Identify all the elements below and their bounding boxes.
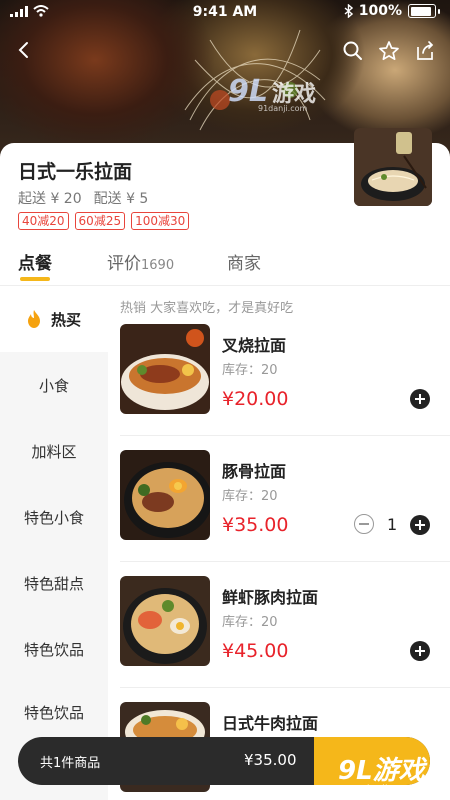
status-bar: 9:41 AM 100% [0, 0, 450, 24]
category-label: 特色小食 [23, 508, 84, 527]
category-label: 小食 [38, 376, 69, 395]
category-item[interactable]: 小食 [0, 352, 108, 418]
shop-fees: 起送 ¥ 20 配送 ¥ 5 [18, 188, 148, 208]
product-stock: 库存：20 [222, 489, 278, 504]
shop-thumbnail [354, 128, 432, 206]
list-item[interactable]: 叉烧拉面 库存：20 ¥20.00 [108, 324, 450, 451]
category-item-hot[interactable]: 热买 [0, 286, 108, 352]
product-price: ¥20.00 [222, 388, 289, 410]
search-icon[interactable] [342, 40, 364, 62]
watermark-text: 游戏 [272, 81, 317, 107]
category-item[interactable]: 加料区 [0, 418, 108, 484]
shop-name: 日式一乐拉面 [18, 161, 133, 183]
tab-merchant[interactable]: 商家 [227, 249, 261, 274]
star-icon[interactable] [378, 40, 400, 62]
review-count: 1690 [141, 258, 175, 273]
category-label: 热买 [50, 310, 81, 329]
cart-total: ¥35.00 [244, 751, 297, 769]
watermark-url: 91danji.com [258, 104, 308, 113]
cart-item-count: 共1件商品 [40, 756, 101, 771]
tab-bar: 点餐 评价1690 商家 [0, 243, 450, 283]
product-image [120, 450, 210, 540]
product-stock: 库存：20 [222, 615, 278, 630]
add-to-cart-button[interactable] [410, 389, 430, 409]
product-name: 日式牛肉拉面 [222, 714, 319, 733]
watermark-logo: 9L游戏 [338, 756, 425, 786]
tab-label: 评价 [107, 254, 141, 274]
watermark-url: 91danji.com [350, 784, 413, 795]
bluetooth-icon [344, 4, 353, 18]
promo-tag: 100减30 [131, 212, 190, 230]
product-price: ¥35.00 [222, 514, 289, 536]
delivery-fee: 配送 ¥ 5 [93, 191, 149, 207]
product-list: 热销 大家喜欢吃，才是真好吃 叉烧拉面 库存：20 ¥20.00 豚骨拉面 库存… [108, 286, 450, 800]
add-to-cart-button[interactable] [410, 515, 430, 535]
watermark-bottom: 9L游戏 91danji.com [338, 750, 425, 795]
list-item[interactable]: 豚骨拉面 库存：20 ¥35.00 1 [108, 450, 450, 577]
category-item[interactable]: 特色饮品 [0, 616, 108, 682]
active-tab-indicator [20, 277, 50, 281]
category-sidebar: 热买 小食 加料区 特色小食 特色甜点 特色饮品 特色饮品 [0, 286, 108, 800]
product-name: 鲜虾豚肉拉面 [222, 588, 319, 607]
quantity-value: 1 [387, 515, 398, 534]
category-item[interactable]: 特色小食 [0, 484, 108, 550]
share-icon[interactable] [414, 40, 436, 62]
product-image [120, 576, 210, 666]
fire-icon [27, 310, 40, 328]
battery-percent: 100% [358, 3, 402, 19]
promotion-tags: 40减20 60减25 100减30 [18, 212, 190, 230]
category-item[interactable]: 特色饮品 [0, 679, 108, 745]
divider [120, 687, 450, 688]
tab-label: 商家 [227, 254, 261, 274]
battery-icon [408, 4, 436, 18]
add-to-cart-button[interactable] [410, 641, 430, 661]
min-order: 起送 ¥ 20 [18, 191, 82, 207]
product-price: ¥45.00 [222, 640, 289, 662]
back-arrow-icon[interactable] [14, 40, 34, 60]
tab-reviews[interactable]: 评价1690 [107, 249, 174, 274]
category-label: 特色饮品 [23, 703, 84, 722]
divider [120, 561, 450, 562]
category-label: 特色饮品 [23, 640, 84, 659]
category-label: 特色甜点 [23, 574, 84, 593]
product-image [120, 324, 210, 414]
category-item[interactable]: 特色甜点 [0, 550, 108, 616]
product-stock: 库存：20 [222, 363, 278, 378]
watermark: 9L 游戏 91danji.com [228, 74, 317, 113]
product-name: 豚骨拉面 [222, 462, 287, 481]
divider [120, 435, 450, 436]
product-name: 叉烧拉面 [222, 336, 287, 355]
tab-label: 点餐 [18, 254, 52, 274]
promo-tag: 60减25 [74, 212, 126, 230]
list-item[interactable]: 鲜虾豚肉拉面 库存：20 ¥45.00 [108, 576, 450, 703]
promo-tag: 40减20 [18, 212, 69, 230]
decrease-quantity-button[interactable] [354, 514, 374, 534]
list-header: 热销 大家喜欢吃，才是真好吃 [120, 301, 294, 316]
tab-order[interactable]: 点餐 [18, 249, 52, 274]
category-label: 加料区 [31, 442, 77, 461]
